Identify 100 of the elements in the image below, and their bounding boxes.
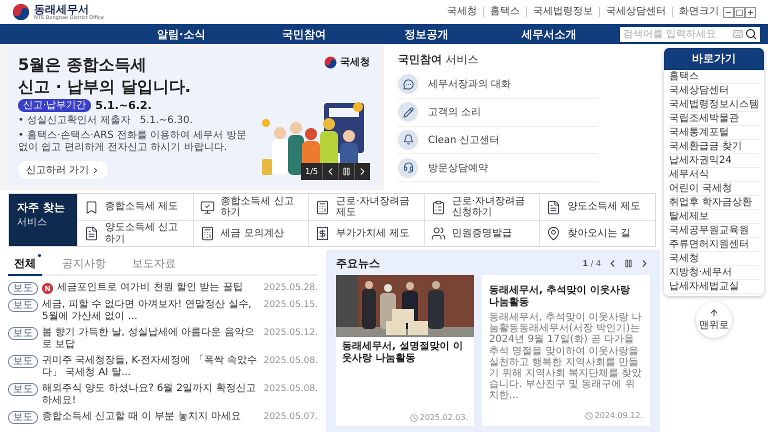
nav-item[interactable]: 알림·소식 [120,26,242,42]
news-summary: 동래세무서, 추석맞이 이웃사랑 나눔활동동래세무서(서장 박인기)는 2024년 9월 17일(화) 곧 다가올 추석 명절을 맞이하여 이웃사랑을 실천하고 행복한 지역사회를 만들기 위해 지역사회 복지단체를 찾았습니다. 부산진구 및 동래구에 위치한... [489,312,643,402]
util-link[interactable]: 홈택스 [483,7,526,17]
arrow-up-icon [709,308,719,318]
notice-link[interactable]: 세금, 피할 수 없다면 아껴보자! 연말정산 실수, 5월에 가산세 없이 ... [42,299,260,323]
receipt-icon [315,226,330,241]
quick-link[interactable]: 국세공무원교육원 [669,224,759,238]
headset-icon [398,158,418,178]
header-title: 자주 찾는 [17,200,66,215]
pause-icon [342,167,351,176]
category-tag: 보도 [8,282,38,295]
banner-title: 신고 · 납부의 달입니다. [18,77,192,96]
category-tag: 보도 [8,411,38,424]
quick-link[interactable]: 세무서식 [669,168,759,182]
pause-icon [624,259,633,268]
service-link[interactable]: 세무서장과의 대화 [398,71,598,99]
quick-link[interactable]: 국세통계포털 [669,126,759,140]
banner-note: • 성실신고확인서 제출자 5.1.~6.30. [18,115,194,128]
slide-counter: 1 / 4 [582,259,601,268]
section-title: 국민참여 서비스 [398,52,480,67]
banner-title: 5월은 종합소득세 [18,55,148,74]
search-icon[interactable] [745,28,757,40]
notice-date: 2025.05.12. [264,327,318,340]
news-title[interactable]: 동래세무서, 추석맞이 이웃사랑 나눔활동 [489,285,643,309]
quick-link[interactable]: 납세자세법교실 [669,280,759,294]
section-title: 주요뉴스 [336,256,380,271]
users-icon [430,226,446,241]
quick-link[interactable]: 국세환급금 찾기 [669,140,759,154]
notice-date: 2025.05.08. [264,383,318,396]
nav-item[interactable]: 정보공개 [365,26,488,42]
document-icon [546,200,562,214]
service-link[interactable]: 양도소득세 제도 [539,194,655,220]
news-date: 2025.02.03. [420,413,468,422]
quick-link[interactable]: 국세법령정보시스템 [669,98,759,112]
font-size-button[interactable]: □ [734,6,745,18]
agency-logo-text: 국세청 [340,56,370,69]
service-link[interactable]: 세금 모의계산 [192,220,308,246]
quick-link[interactable]: 취업후 학자금상환 [669,196,759,210]
nav-item[interactable]: 세무서소개 [488,26,610,42]
quick-link[interactable]: 국세상담센터 [669,84,759,98]
category-tag: 보도 [8,355,38,368]
panel-title: 바로가기 [664,48,764,70]
keyboard-icon[interactable] [733,29,743,39]
quick-link[interactable]: 홈택스 [669,70,759,84]
service-link[interactable]: 방문상담예약 [398,154,598,182]
category-tag: 보도 [8,327,38,340]
service-link[interactable]: 고객의 소리 [398,98,598,126]
tab[interactable]: 보도자료 [126,256,182,276]
service-link[interactable]: 근로·자녀장려금 신청하기 [424,194,540,220]
notice-date: 2025.05.15. [264,299,318,312]
notice-link[interactable]: 세금포인트로 여가비 천원 할인 받는 꿀팁 [57,282,260,294]
tab[interactable]: 공지사항 [56,256,112,276]
font-size-button[interactable]: − [723,6,734,18]
notice-link[interactable]: 종합소득세 신고할 때 이 부분 놓치지 마세요 [42,411,260,423]
banner-note: • 홈택스·손택스·ARS 전화를 이용하여 세무서 방문 없이 쉽고 편리하게 전자신고 하시기 바랍니다. [18,130,248,154]
service-link[interactable]: 부가가치세 제도 [308,220,424,246]
emblem-icon [324,56,337,68]
pencil-icon [398,102,418,122]
quick-link[interactable]: 주류면허지원센터 [669,238,759,252]
font-size-button[interactable]: + [745,6,756,18]
bell-icon [398,130,418,150]
news-date: 2024.09.12. [594,411,643,420]
quick-link[interactable]: 국세청 [669,252,759,266]
news-title[interactable]: 동래세무서, 설명절맞이 이웃사랑 나눔활동 [336,337,474,367]
notice-date: 2025.05.08. [264,355,318,368]
period-badge: 신고·납부기간 [18,99,92,112]
service-link[interactable]: 민원증명발급 [424,220,540,246]
quick-link[interactable]: 납세자권익24 [669,154,759,168]
nav-item[interactable]: 국민참여 [242,26,365,42]
notice-date: 2025.05.07. [264,411,318,424]
report-button[interactable]: 신고하러 가기 [18,161,108,179]
service-link[interactable]: 종합소득세 신고하기 [192,194,308,220]
quick-link[interactable]: 탈세제보 [669,210,759,224]
service-link[interactable]: Clean 신고센터 [398,126,598,154]
calculator-icon [200,226,215,241]
quick-link[interactable]: 지방청·세무서 [669,266,759,280]
service-link[interactable]: 양도소득세 신고하기 [77,220,193,246]
notice-link[interactable]: 귀미주 국세청장들, K-전자세정에 「폭싹 속았수다」 국세청 AI 탈... [42,355,260,379]
calculator-icon [315,200,330,214]
notice-link[interactable]: 해외주식 양도 하셨나요? 6월 2일까지 확정신고 하세요! [42,383,260,407]
quick-link[interactable]: 어린이 국세청 [669,182,759,196]
util-link[interactable]: 국세청 [441,7,483,17]
pause-button[interactable] [624,259,633,268]
service-link[interactable]: 근로·자녀장려금 제도 [308,194,424,220]
search-field[interactable]: 검색어를 입력하세요 [620,26,760,42]
category-tag: 보도 [8,299,38,312]
category-tag: 보도 [8,383,38,396]
quick-link[interactable]: 국립조세박물관 [669,112,759,126]
map-pin-icon [546,226,562,241]
logo-name: 동래세무서 [34,4,90,14]
util-link[interactable]: 국세상담센터 [599,7,672,17]
clock-icon [584,412,593,420]
notice-link[interactable]: 봄 향기 가득한 날, 성실납세에 아름다운 음악으로 보답 [42,327,260,351]
period-text: 5.1.~6.2. [95,99,152,112]
util-link[interactable]: 국세법령정보 [526,7,599,17]
service-link[interactable]: 종합소득세 제도 [77,194,193,220]
tab[interactable]: 전체 [8,256,42,276]
service-link[interactable]: 찾아오시는 길 [539,220,655,246]
top-button[interactable]: 맨위로 [696,302,732,338]
bookmark-icon [84,200,99,214]
